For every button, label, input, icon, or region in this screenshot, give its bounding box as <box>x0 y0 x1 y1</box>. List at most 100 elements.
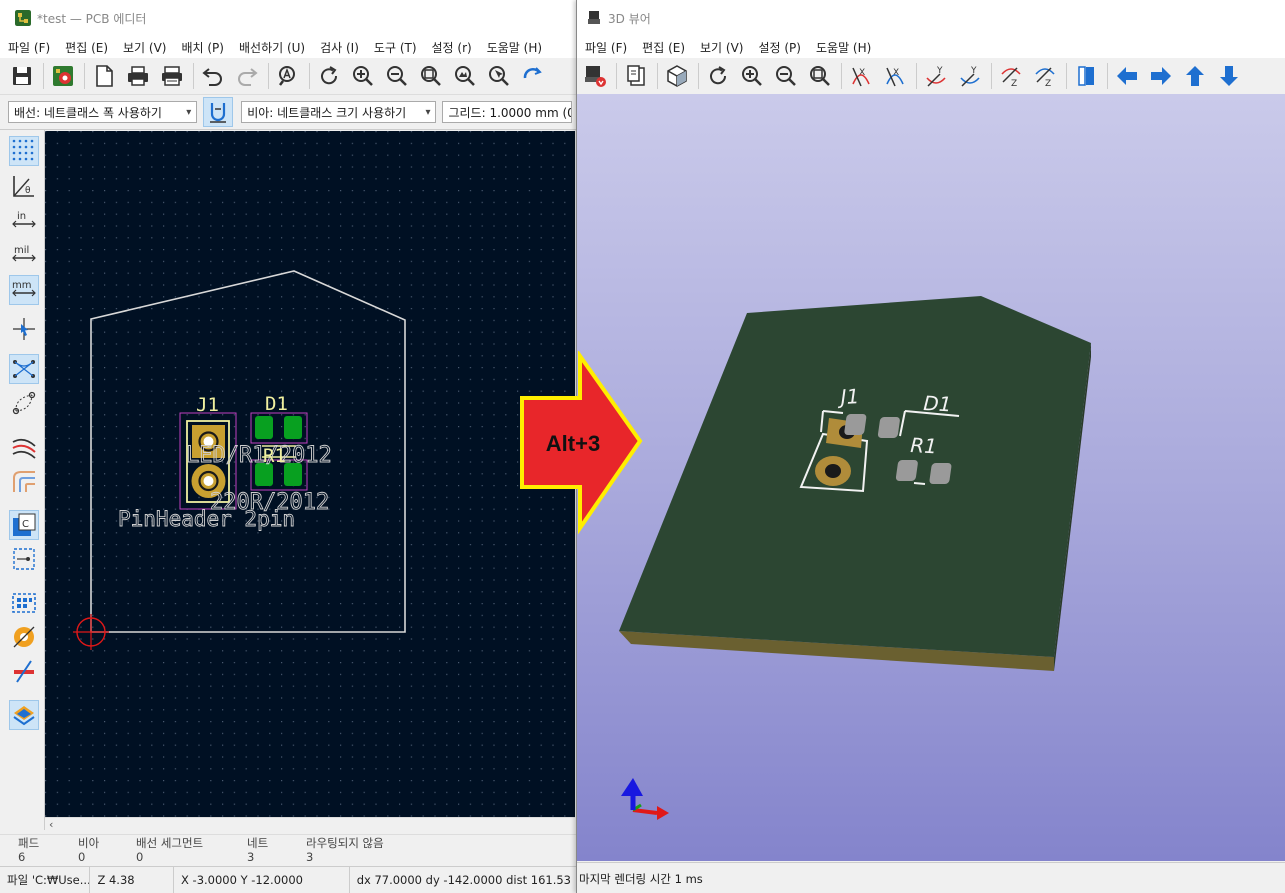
menu-route[interactable]: 배선하기 (U) <box>239 39 305 56</box>
zoom-fit-button[interactable] <box>417 62 445 90</box>
viewer-refresh-button[interactable] <box>704 62 732 90</box>
viewer-menu-edit[interactable]: 편집 (E) <box>642 39 685 56</box>
flip-board-button[interactable] <box>1072 62 1100 90</box>
pcb-selection-toolbar: 배선: 네트클래스 폭 사용하기 ▾ 비아: 네트클래스 크기 사용하기 ▾ 그… <box>0 95 578 130</box>
rotate-y-ccw-button[interactable]: Y <box>956 62 984 90</box>
toolbar-separator <box>1066 63 1067 89</box>
menu-preferences[interactable]: 설정 (r) <box>432 39 472 56</box>
d1-pad-2[interactable] <box>284 416 302 439</box>
menu-help[interactable]: 도움말 (H) <box>487 39 542 56</box>
viewer-menu-file[interactable]: 파일 (F) <box>585 39 627 56</box>
copy-3d-image-button[interactable] <box>622 62 650 90</box>
zoom-out-button[interactable] <box>383 62 411 90</box>
zoom-selection-button[interactable] <box>485 62 513 90</box>
horizontal-scrollbar[interactable]: ‹ <box>45 817 575 834</box>
menu-edit[interactable]: 편집 (E) <box>65 39 108 56</box>
viewer-zoom-fit-button[interactable] <box>806 62 834 90</box>
rotate-z-ccw-button[interactable]: Z <box>1031 62 1059 90</box>
via-size-select[interactable]: 비아: 네트클래스 크기 사용하기 ▾ <box>241 101 437 123</box>
high-contrast-button[interactable]: C <box>9 510 39 540</box>
rotate-y-cw-icon: Y <box>926 66 946 87</box>
ratsnest-toggle-button[interactable] <box>9 354 39 384</box>
board-setup-button[interactable] <box>49 62 77 90</box>
units-mil-button[interactable]: mil <box>9 240 39 270</box>
printer-icon <box>128 66 148 86</box>
viewer-menu-view[interactable]: 보기 (V) <box>700 39 743 56</box>
d1-pad-1[interactable] <box>255 416 273 439</box>
page-settings-button[interactable] <box>90 62 118 90</box>
track-width-value: 배선: 네트클래스 폭 사용하기 <box>14 105 162 120</box>
curved-ratsnest-button[interactable] <box>9 388 39 418</box>
d1-pad-1-3d <box>844 414 867 435</box>
segments-label: 배선 세그먼트 <box>136 836 204 850</box>
zoom-objects-button[interactable] <box>451 62 479 90</box>
rotate-z-cw-button[interactable]: Z <box>997 62 1025 90</box>
pcb-editor-titlebar: *test — PCB 에디터 <box>0 0 578 36</box>
raytracing-button[interactable] <box>663 62 691 90</box>
zoom-in-icon <box>353 66 373 86</box>
3d-viewer-window: 3D 뷰어 파일 (F) 편집 (E) 보기 (V) 설정 (P) 도움말 (H… <box>576 0 1285 893</box>
move-left-button[interactable] <box>1113 62 1141 90</box>
move-up-button[interactable] <box>1181 62 1209 90</box>
print-button[interactable] <box>124 62 152 90</box>
viewer-menu-preferences[interactable]: 설정 (P) <box>758 39 801 56</box>
save-button[interactable] <box>8 62 36 90</box>
units-mm-button[interactable]: mm <box>9 275 39 305</box>
toolbar-separator <box>991 63 992 89</box>
toolbar-separator <box>193 63 194 89</box>
plot-button[interactable] <box>158 62 186 90</box>
track-width-select[interactable]: 배선: 네트클래스 폭 사용하기 ▾ <box>8 101 198 123</box>
zoom-in-button[interactable] <box>349 62 377 90</box>
nets-label: 네트 <box>247 836 269 850</box>
move-right-button[interactable] <box>1147 62 1175 90</box>
show-ratsnest-zone-button[interactable] <box>9 544 39 574</box>
svg-text:C: C <box>22 519 29 530</box>
via-display-button[interactable] <box>9 622 39 652</box>
cursor-shape-button[interactable] <box>9 314 39 344</box>
highlight-nets-button[interactable] <box>9 432 39 462</box>
menu-file[interactable]: 파일 (F) <box>8 39 50 56</box>
auto-track-width-toggle[interactable] <box>203 97 234 127</box>
shortcut-callout: Alt+3 <box>518 349 644 535</box>
refresh-button[interactable] <box>315 62 343 90</box>
status-delta: dx 77.0000 dy -142.0000 dist 161.53 <box>356 873 571 887</box>
vias-value: 0 <box>78 850 86 864</box>
rotate-y-cw-button[interactable]: Y <box>922 62 950 90</box>
menu-tools[interactable]: 도구 (T) <box>374 39 417 56</box>
grid-toggle-button[interactable] <box>9 136 39 166</box>
menu-inspect[interactable]: 검사 (I) <box>320 39 359 56</box>
menu-place[interactable]: 배치 (P) <box>181 39 224 56</box>
rotate-x-ccw-button[interactable]: X <box>881 62 909 90</box>
net-color-button[interactable] <box>9 466 39 496</box>
scroll-left-icon[interactable]: ‹ <box>49 818 53 831</box>
r1-pad-1-3d <box>895 460 918 481</box>
zoom-fit-icon <box>421 66 441 86</box>
3d-render-canvas[interactable]: J1 D1 R1 <box>577 94 1285 861</box>
track-display-button[interactable] <box>9 656 39 686</box>
net-highlight-icon <box>12 438 36 459</box>
zone-fill-button[interactable] <box>9 588 39 618</box>
rotate-view-button[interactable] <box>519 62 547 90</box>
menu-view[interactable]: 보기 (V) <box>123 39 166 56</box>
pads-label: 패드 <box>18 836 40 850</box>
layers-manager-button[interactable] <box>9 700 39 730</box>
pcb-canvas[interactable]: J1 D1 LED/R1/2012 R1 220R/2012 PinHeader… <box>45 131 575 817</box>
pcbnew-app-icon <box>15 10 31 26</box>
reload-board-button[interactable] <box>581 62 609 90</box>
units-inch-button[interactable]: in <box>9 206 39 236</box>
window-title: *test — PCB 에디터 <box>37 11 147 26</box>
viewer-menu-help[interactable]: 도움말 (H) <box>816 39 871 56</box>
board-setup-icon <box>53 66 73 86</box>
rotate-x-cw-button[interactable]: X <box>847 62 875 90</box>
toolbar-separator <box>841 63 842 89</box>
undo-button[interactable] <box>199 62 227 90</box>
grid-select[interactable]: 그리드: 1.0000 mm (0 <box>442 101 572 123</box>
viewer-zoom-in-button[interactable] <box>738 62 766 90</box>
message-panel: 패드 6 비아 0 배선 세그먼트 0 네트 3 라우팅되지 않음 3 <box>0 834 578 866</box>
viewer-zoom-out-button[interactable] <box>772 62 800 90</box>
grid-value: 그리드: 1.0000 mm (0 <box>448 105 572 120</box>
redo-button[interactable] <box>233 62 261 90</box>
move-down-button[interactable] <box>1215 62 1243 90</box>
find-button[interactable] <box>274 62 302 90</box>
polar-coords-button[interactable]: θ <box>9 171 39 201</box>
